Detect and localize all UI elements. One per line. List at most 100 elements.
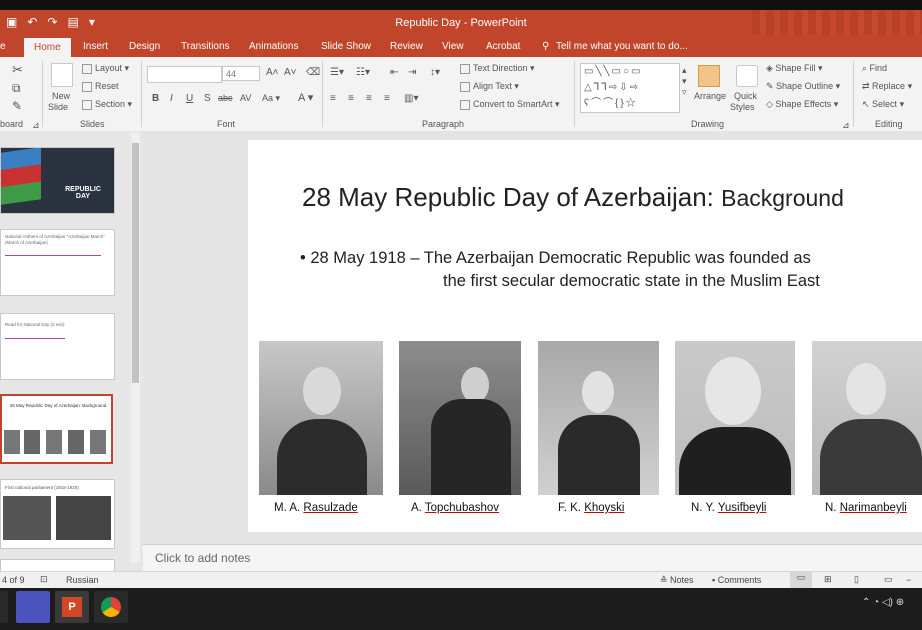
clear-format-icon[interactable]: ⌫ (306, 67, 320, 78)
zoom-out-icon[interactable]: − (906, 575, 911, 585)
tab-home[interactable]: Home (24, 38, 71, 57)
chrome-icon[interactable] (94, 591, 128, 623)
quick-styles-button[interactable]: Quick (734, 91, 757, 101)
portrait-photo[interactable] (538, 341, 659, 495)
thumbnail-photo (68, 430, 84, 454)
portrait-photo[interactable] (675, 341, 795, 495)
separator (141, 61, 142, 127)
scrollbar-thumb[interactable] (132, 143, 139, 383)
copy-icon[interactable]: ⧉ (12, 81, 21, 96)
tab-animations[interactable]: Animations (249, 41, 298, 52)
slide-thumbnail-1[interactable]: REPUBLIC DAY (0, 147, 115, 214)
shape-fill-button[interactable]: ◈ Shape Fill ▾ (766, 63, 822, 74)
font-size-input[interactable]: 44 (222, 66, 260, 81)
numbering-icon[interactable]: ☷▾ (356, 67, 370, 78)
columns-icon[interactable]: ▥▾ (404, 93, 418, 104)
quick-styles-icon[interactable] (736, 65, 758, 87)
spellcheck-icon[interactable]: ⊡ (40, 574, 48, 585)
shrink-font-icon[interactable]: A˅ (284, 67, 297, 78)
teams-icon[interactable] (16, 591, 50, 623)
new-slide-button[interactable]: New (52, 91, 70, 101)
slideshow-view-icon[interactable]: ▭ (884, 574, 893, 585)
align-text-button[interactable]: Align Text ▾ (460, 81, 519, 92)
reading-view-icon[interactable]: ▯ (854, 574, 859, 585)
char-spacing-icon[interactable]: AV (240, 93, 251, 103)
new-slide-icon[interactable] (51, 63, 73, 87)
reset-button[interactable]: Reset (82, 81, 119, 92)
tell-me-search[interactable]: Tell me what you want to do... (556, 41, 688, 52)
powerpoint-icon[interactable]: P (55, 591, 89, 623)
normal-view-icon[interactable]: ▭ (790, 572, 812, 588)
text-direction-button[interactable]: Text Direction ▾ (460, 63, 535, 74)
align-center-icon[interactable]: ≡ (348, 93, 354, 104)
tray-icons[interactable]: ⌃ ◔ ◁) ⊕ (862, 597, 904, 608)
slide-bullet[interactable]: • 28 May 1918 – The Azerbaijan Democrati… (300, 247, 890, 293)
bold-icon[interactable]: B (152, 93, 159, 104)
arrange-icon[interactable] (698, 65, 720, 87)
section-button[interactable]: Section ▾ (82, 99, 132, 110)
font-family-input[interactable] (147, 66, 222, 83)
slide-thumbnail-4-selected[interactable]: 28 May Republic Day of Azerbaijan: Backg… (0, 394, 113, 464)
shadow-icon[interactable]: S (204, 93, 211, 104)
select-button[interactable]: ↖ Select ▾ (862, 99, 904, 110)
notes-placeholder: Click to add notes (155, 551, 251, 565)
justify-icon[interactable]: ≡ (384, 93, 390, 104)
slide-title[interactable]: 28 May Republic Day of Azerbaijan: Backg… (302, 182, 844, 213)
tab-slide-show[interactable]: Slide Show (321, 41, 371, 52)
shape-outline-button[interactable]: ✎ Shape Outline ▾ (766, 81, 840, 92)
align-right-icon[interactable]: ≡ (366, 93, 372, 104)
slide-thumbnails-pane: REPUBLIC DAY National Anthem of Azerbaij… (0, 131, 143, 573)
cut-icon[interactable]: ✂ (12, 62, 23, 78)
underline-icon[interactable]: U (186, 93, 193, 104)
tab-design[interactable]: Design (129, 41, 160, 52)
line-spacing-icon[interactable]: ↕▾ (430, 67, 440, 78)
font-color-icon[interactable]: A ▾ (298, 91, 313, 104)
shapes-gallery[interactable]: ▭╲╲▭○▭ △⅂⅂⇨⇩⇨ ʕ⌒⌒{}☆ (580, 63, 680, 113)
thumbnails-scrollbar[interactable] (131, 133, 140, 563)
tab-file[interactable]: e (0, 41, 6, 52)
slide-thumbnail-3[interactable]: Read for National Day (2 min) (0, 313, 115, 380)
quick-styles-button-label[interactable]: Styles (730, 102, 755, 112)
slide-thumbnail-5[interactable]: First national parliament (1918-1920) (0, 479, 115, 549)
grow-font-icon[interactable]: A˄ (266, 67, 279, 78)
slide-thumbnail-2[interactable]: National Anthem of Azerbaijan "Azerbaija… (0, 229, 115, 296)
bullets-icon[interactable]: ☰▾ (330, 67, 344, 78)
replace-icon: ⇄ (862, 81, 873, 91)
convert-smartart-button[interactable]: Convert to SmartArt ▾ (460, 99, 560, 110)
portrait-caption: A. Topchubashov (411, 502, 500, 514)
tab-acrobat[interactable]: Acrobat (486, 41, 520, 52)
shape-effects-button[interactable]: ◇ Shape Effects ▾ (766, 99, 838, 110)
tab-insert[interactable]: Insert (83, 41, 108, 52)
layout-button[interactable]: Layout ▾ (82, 63, 129, 74)
slide-canvas[interactable]: 28 May Republic Day of Azerbaijan: Backg… (248, 140, 922, 532)
dialog-launcher-icon[interactable]: ⊿ (32, 120, 40, 131)
change-case-icon[interactable]: Aa ▾ (262, 93, 280, 104)
tab-review[interactable]: Review (390, 41, 423, 52)
portrait-photo[interactable] (259, 341, 383, 495)
increase-indent-icon[interactable]: ⇥ (408, 67, 416, 78)
portrait-body (679, 427, 791, 495)
portrait-photo[interactable] (399, 341, 521, 495)
format-painter-icon[interactable]: ✎ (12, 99, 22, 113)
language-indicator[interactable]: Russian (66, 575, 99, 585)
azerbaijan-flag (1, 148, 41, 205)
slide-sorter-icon[interactable]: ⊞ (824, 574, 832, 585)
portrait-face (705, 357, 761, 425)
tab-transitions[interactable]: Transitions (181, 41, 230, 52)
replace-button[interactable]: ⇄ Replace ▾ (862, 81, 912, 92)
portrait-photo[interactable] (812, 341, 922, 495)
decrease-indent-icon[interactable]: ⇤ (390, 67, 398, 78)
notes-button[interactable]: ≙ Notes (660, 575, 694, 586)
align-left-icon[interactable]: ≡ (330, 93, 336, 104)
strikethrough-icon[interactable]: abc (218, 93, 233, 103)
tab-view[interactable]: View (442, 41, 464, 52)
arrange-button[interactable]: Arrange (694, 91, 726, 101)
new-slide-button-label[interactable]: Slide (48, 102, 68, 112)
gallery-scroll-icon[interactable]: ▴ ▾ ▿ (682, 65, 687, 98)
drawing-dialog-launcher-icon[interactable]: ⊿ (842, 120, 850, 131)
comments-button[interactable]: ▪ Comments (712, 575, 761, 585)
separator (322, 61, 323, 127)
find-button[interactable]: ⌕ Find (862, 63, 887, 74)
notes-pane[interactable]: Click to add notes (143, 544, 922, 572)
italic-icon[interactable]: I (170, 93, 173, 104)
